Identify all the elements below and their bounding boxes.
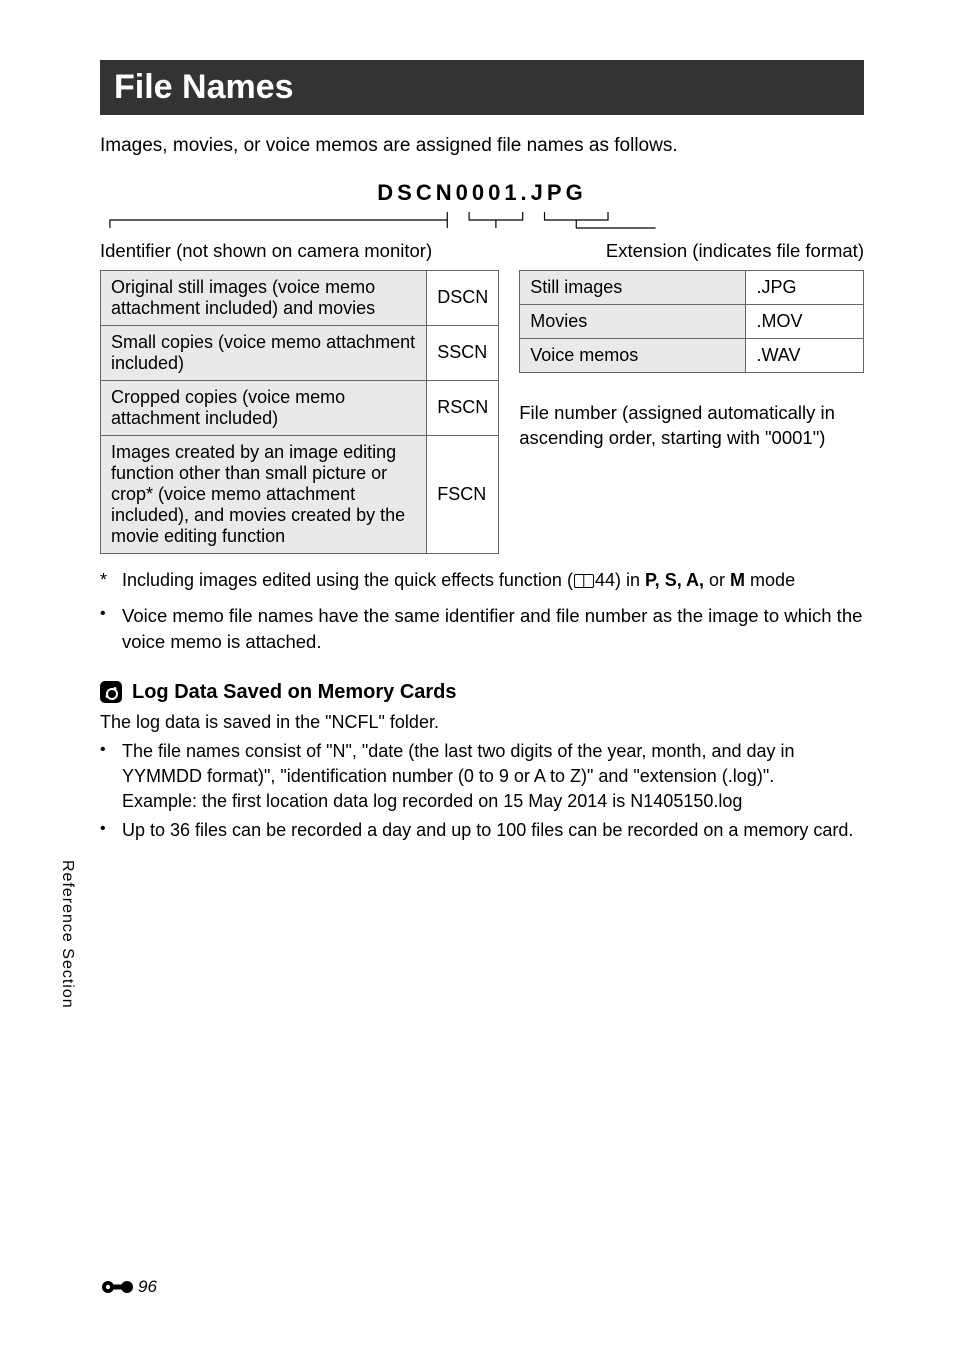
tip-bullet-text: The file names consist of "N", "date (th… xyxy=(122,741,795,786)
footnote: * Including images edited using the quic… xyxy=(100,568,864,593)
table-row: Voice memos .WAV xyxy=(520,338,864,372)
bullet-text: Voice memo file names have the same iden… xyxy=(122,603,864,655)
page-title: File Names xyxy=(100,60,864,115)
page-footer: 96 xyxy=(100,1277,157,1297)
footnote-modes: P, S, A, xyxy=(645,570,704,590)
tip-bullet: • Up to 36 files can be recorded a day a… xyxy=(100,818,864,843)
bullet-dot-icon: • xyxy=(100,603,114,655)
page-number: 96 xyxy=(138,1277,157,1297)
footnote-or: or xyxy=(704,570,730,590)
bullet-note: • Voice memo file names have the same id… xyxy=(100,603,864,655)
table-row: Small copies (voice memo attachment incl… xyxy=(101,325,499,380)
footnote-last-mode: M xyxy=(730,570,745,590)
footnote-prefix: Including images edited using the quick … xyxy=(122,570,573,590)
file-number-note: File number (assigned automatically in a… xyxy=(519,401,864,451)
footnote-symbol: * xyxy=(100,568,114,593)
table-row: Cropped copies (voice memo attachment in… xyxy=(101,380,499,435)
footnote-ref: 44 xyxy=(595,570,615,590)
identifier-table: Original still images (voice memo attach… xyxy=(100,270,499,554)
footnote-suffix: mode xyxy=(745,570,795,590)
identifier-code: FSCN xyxy=(427,435,499,553)
book-icon xyxy=(574,574,594,588)
identifier-heading: Identifier (not shown on camera monitor) xyxy=(100,240,432,262)
intro-text: Images, movies, or voice memos are assig… xyxy=(100,133,864,160)
tip-bullet: • The file names consist of "N", "date (… xyxy=(100,739,864,815)
side-section-label: Reference Section xyxy=(58,860,76,1009)
identifier-code: SSCN xyxy=(427,325,499,380)
ext-value: .WAV xyxy=(746,338,864,372)
tip-title: Log Data Saved on Memory Cards xyxy=(132,681,457,704)
extension-heading: Extension (indicates file format) xyxy=(606,240,864,262)
reference-link-icon xyxy=(100,1279,134,1295)
identifier-desc: Small copies (voice memo attachment incl… xyxy=(101,325,427,380)
ext-value: .MOV xyxy=(746,304,864,338)
table-row: Still images .JPG xyxy=(520,270,864,304)
ext-type: Movies xyxy=(520,304,746,338)
ext-type: Voice memos xyxy=(520,338,746,372)
ext-value: .JPG xyxy=(746,270,864,304)
identifier-code: RSCN xyxy=(427,380,499,435)
table-row: Original still images (voice memo attach… xyxy=(101,270,499,325)
tip-bullet-example: Example: the first location data log rec… xyxy=(122,791,742,811)
table-row: Movies .MOV xyxy=(520,304,864,338)
bracket-diagram xyxy=(100,208,864,236)
example-filename: DSCN0001.JPG xyxy=(100,180,864,206)
identifier-desc: Images created by an image editing funct… xyxy=(101,435,427,553)
footnote-text: Including images edited using the quick … xyxy=(122,568,795,593)
tip-header: Log Data Saved on Memory Cards xyxy=(100,681,864,704)
footnote-mid: ) in xyxy=(615,570,645,590)
table-row: Images created by an image editing funct… xyxy=(101,435,499,553)
bullet-dot-icon: • xyxy=(100,739,114,815)
identifier-code: DSCN xyxy=(427,270,499,325)
identifier-desc: Original still images (voice memo attach… xyxy=(101,270,427,325)
identifier-desc: Cropped copies (voice memo attachment in… xyxy=(101,380,427,435)
bullet-dot-icon: • xyxy=(100,818,114,843)
tip-bullet-text: Up to 36 files can be recorded a day and… xyxy=(122,818,853,843)
extension-table: Still images .JPG Movies .MOV Voice memo… xyxy=(519,270,864,373)
pencil-note-icon xyxy=(100,681,122,703)
tip-intro: The log data is saved in the "NCFL" fold… xyxy=(100,710,864,735)
ext-type: Still images xyxy=(520,270,746,304)
